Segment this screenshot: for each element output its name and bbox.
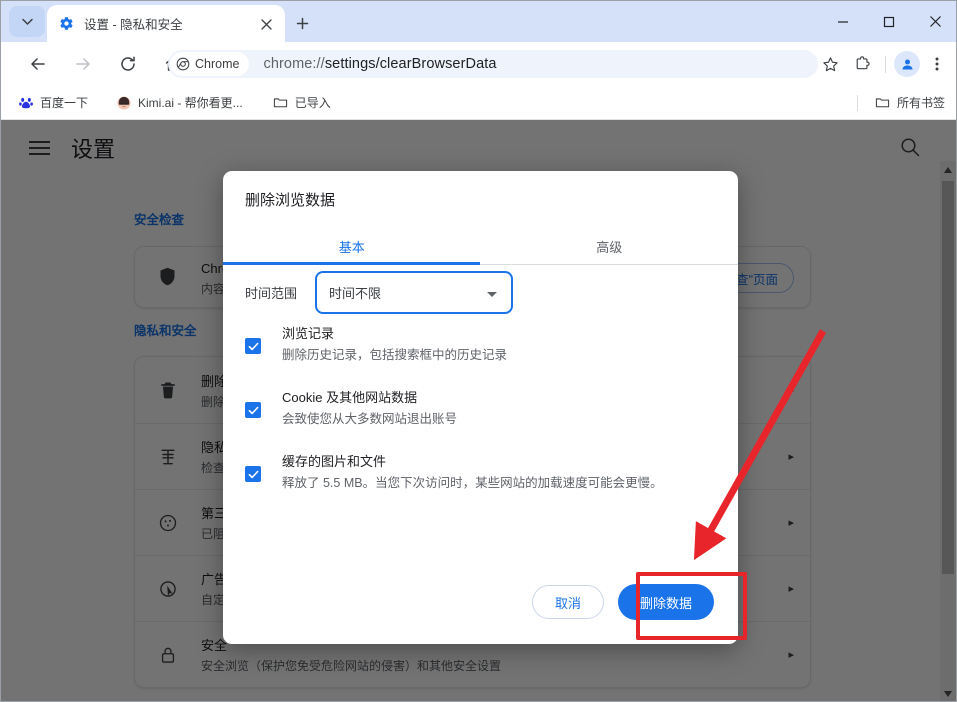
- profile-avatar-icon: [902, 59, 912, 69]
- browser-menu-button[interactable]: [922, 49, 952, 79]
- maximize-button[interactable]: [866, 1, 912, 42]
- all-bookmarks-label: 所有书签: [896, 96, 945, 110]
- tab-close-button[interactable]: [257, 15, 275, 33]
- toolbar-divider: [885, 55, 886, 73]
- bookmark-folder-imported[interactable]: 已导入: [266, 91, 338, 114]
- time-range-value: 时间不限: [329, 286, 382, 301]
- bookmarks-divider: [856, 94, 858, 111]
- bookmark-label: 百度一下: [40, 96, 89, 110]
- window-controls: [820, 1, 956, 42]
- baidu-icon: [18, 95, 34, 111]
- toolbar-right-actions: [815, 49, 952, 79]
- all-bookmarks-area: 所有书签: [856, 91, 952, 114]
- all-bookmarks-button[interactable]: 所有书签: [868, 91, 952, 114]
- forward-button[interactable]: [68, 49, 98, 79]
- tab-search-button[interactable]: [9, 6, 45, 37]
- chrome-logo-icon: [176, 57, 190, 71]
- settings-gear-icon: [58, 15, 75, 32]
- chrome-chip-label: Chrome: [195, 57, 240, 71]
- folder-icon: [273, 95, 289, 111]
- bookmark-item-kimi[interactable]: Kimi.ai - 帮你看更...: [109, 91, 250, 114]
- checkbox-subtitle: 会致使您从大多数网站退出账号: [282, 412, 458, 426]
- minimize-button[interactable]: [820, 1, 866, 42]
- maximize-icon: [883, 16, 895, 27]
- star-icon: [822, 56, 838, 71]
- checkbox-subtitle: 删除历史记录，包括搜索框中的历史记录: [282, 348, 508, 362]
- bookmarks-bar: 百度一下 Kimi.ai - 帮你看更... 已导入 所有书签: [1, 86, 956, 120]
- checkbox-checked[interactable]: [245, 338, 261, 354]
- checkbox-title: Cookie 及其他网站数据: [282, 390, 418, 405]
- checkbox-subtitle: 释放了 5.5 MB。当您下次访问时，某些网站的加载速度可能会更慢。: [282, 476, 663, 490]
- dialog-active-tab-indicator: [223, 262, 480, 265]
- tab-basic[interactable]: 基本: [223, 227, 481, 265]
- checkbox-title: 缓存的图片和文件: [282, 454, 387, 469]
- forward-arrow-icon: [76, 58, 90, 70]
- data-type-checkbox-list: 浏览记录 删除历史记录，包括搜索框中的历史记录 Cookie 及其他网站数据 会…: [245, 324, 725, 516]
- tab-title: 设置 - 隐私和安全: [84, 18, 183, 32]
- tab-advanced[interactable]: 高级: [481, 227, 739, 265]
- close-window-button[interactable]: [912, 1, 956, 42]
- chevron-down-icon: [487, 292, 498, 297]
- address-bar[interactable]: Chrome chrome://settings/clearBrowserDat…: [168, 50, 818, 78]
- time-range-row: 时间范围 时间不限: [245, 271, 514, 314]
- checkbox-checked[interactable]: [245, 466, 261, 482]
- checkbox-text: 浏览记录 删除历史记录，包括搜索框中的历史记录: [282, 324, 507, 365]
- time-range-select[interactable]: 时间不限: [315, 271, 514, 314]
- folder-icon: [875, 95, 891, 111]
- checkbox-row-cached-files[interactable]: 缓存的图片和文件 释放了 5.5 MB。当您下次访问时，某些网站的加载速度可能会…: [245, 452, 725, 493]
- back-button[interactable]: [23, 49, 53, 79]
- chevron-down-icon: [21, 18, 33, 25]
- profile-avatar[interactable]: [894, 51, 920, 77]
- bookmark-label: Kimi.ai - 帮你看更...: [138, 96, 243, 110]
- checkbox-text: Cookie 及其他网站数据 会致使您从大多数网站退出账号: [282, 388, 457, 429]
- reload-button[interactable]: [113, 49, 143, 79]
- dialog-action-buttons: 取消 删除数据: [531, 584, 714, 620]
- delete-data-button[interactable]: 删除数据: [617, 584, 714, 620]
- checkbox-text: 缓存的图片和文件 释放了 5.5 MB。当您下次访问时，某些网站的加载速度可能会…: [282, 452, 663, 493]
- address-bar-url: chrome://settings/clearBrowserData: [263, 56, 496, 72]
- checkbox-row-cookies[interactable]: Cookie 及其他网站数据 会致使您从大多数网站退出账号: [245, 388, 725, 429]
- back-arrow-icon: [31, 58, 45, 70]
- url-scheme: chrome://: [263, 56, 325, 72]
- dialog-title: 删除浏览数据: [245, 192, 336, 209]
- bookmark-star-button[interactable]: [815, 49, 845, 79]
- checkbox-checked[interactable]: [245, 402, 261, 418]
- checkbox-title: 浏览记录: [282, 326, 335, 341]
- new-tab-button[interactable]: [289, 10, 316, 37]
- chrome-chip: Chrome: [170, 52, 250, 76]
- plus-icon: [296, 17, 309, 30]
- cancel-button[interactable]: 取消: [531, 585, 604, 619]
- bookmark-item-baidu[interactable]: 百度一下: [11, 91, 95, 114]
- title-bar: 设置 - 隐私和安全: [1, 1, 956, 42]
- time-range-label: 时间范围: [245, 286, 298, 301]
- reload-icon: [121, 56, 135, 71]
- extensions-puzzle-icon: [856, 55, 870, 69]
- bookmark-label: 已导入: [294, 96, 331, 110]
- extensions-button[interactable]: [847, 49, 877, 79]
- kimi-avatar-icon: [116, 95, 132, 111]
- minimize-icon: [838, 20, 848, 23]
- close-icon: [929, 16, 941, 27]
- clear-browsing-data-dialog: 删除浏览数据 基本 高级 时间范围 时间不限 浏览记录 删除历史记录，包括搜索框…: [223, 171, 738, 644]
- checkmark-icon: [248, 406, 258, 414]
- checkbox-row-browsing-history[interactable]: 浏览记录 删除历史记录，包括搜索框中的历史记录: [245, 324, 725, 365]
- close-icon: [260, 18, 272, 30]
- browser-window: 设置 - 隐私和安全 Chrome chrome://settings/clea…: [0, 0, 957, 702]
- checkmark-icon: [248, 342, 258, 350]
- url-path: settings/clearBrowserData: [324, 56, 497, 72]
- dialog-tabs: 基本 高级: [223, 227, 738, 265]
- checkmark-icon: [248, 470, 258, 478]
- browser-tab[interactable]: 设置 - 隐私和安全: [47, 5, 285, 42]
- three-dot-menu-icon: [935, 57, 939, 71]
